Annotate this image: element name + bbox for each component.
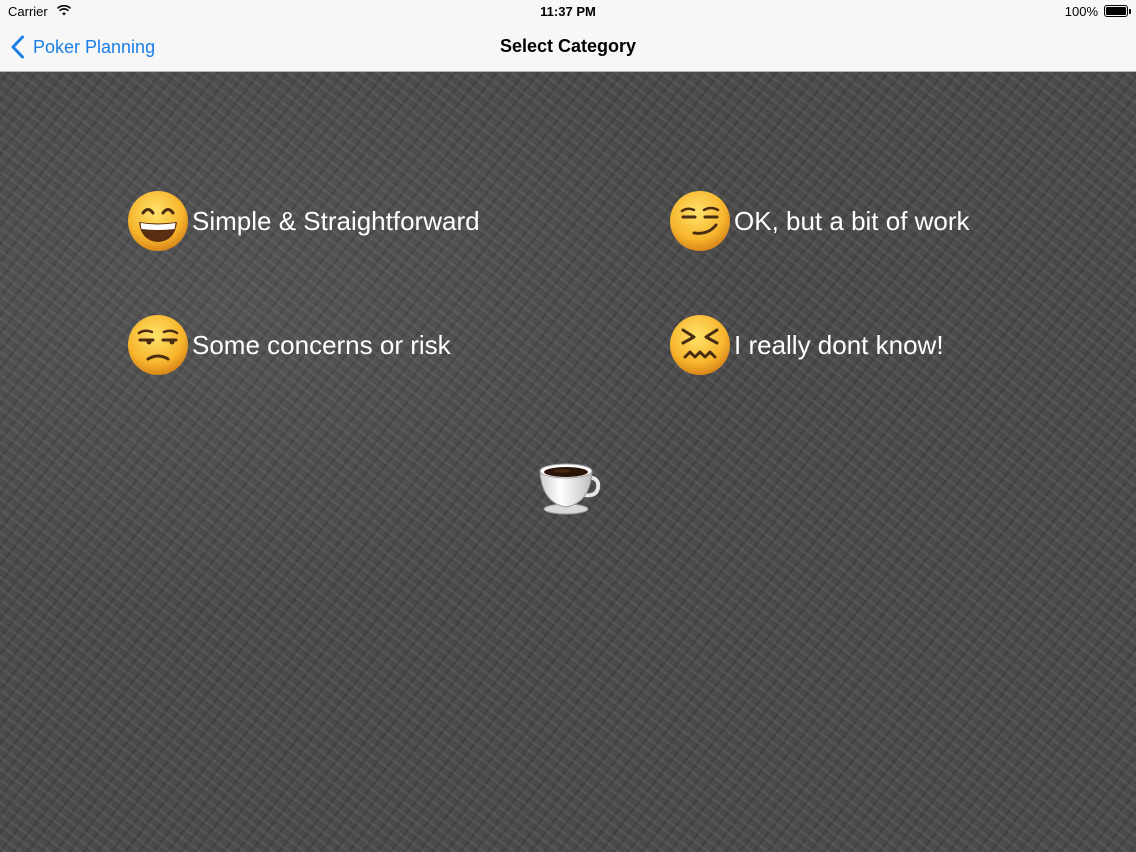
category-ok-button[interactable]: OK, but a bit of work (668, 189, 970, 253)
category-label: Some concerns or risk (192, 329, 451, 360)
battery-percent: 100% (1064, 4, 1098, 19)
unamused-face-icon (128, 315, 188, 375)
smirking-face-icon (670, 191, 730, 251)
grinning-face-icon (128, 191, 188, 251)
category-concerns-button[interactable]: Some concerns or risk (126, 313, 451, 377)
navigation-bar: Poker Planning Select Category (0, 22, 1136, 72)
category-label: Simple & Straightforward (192, 205, 480, 236)
battery-icon (1104, 5, 1131, 17)
category-label: I really dont know! (734, 329, 944, 360)
category-grid: Simple & Straightforward OK, but a bit o… (0, 72, 1136, 852)
status-time: 11:37 PM (540, 4, 596, 19)
coffee-cup-icon[interactable] (532, 457, 604, 517)
category-unknown-button[interactable]: I really dont know! (668, 313, 944, 377)
category-simple-button[interactable]: Simple & Straightforward (126, 189, 480, 253)
status-bar: Carrier 11:37 PM 100% (0, 0, 1136, 22)
page-title: Select Category (499, 36, 637, 56)
confounded-face-icon (670, 315, 730, 375)
screen: Carrier 11:37 PM 100% Poker Planning Sel… (0, 0, 1136, 852)
category-label: OK, but a bit of work (734, 205, 970, 236)
